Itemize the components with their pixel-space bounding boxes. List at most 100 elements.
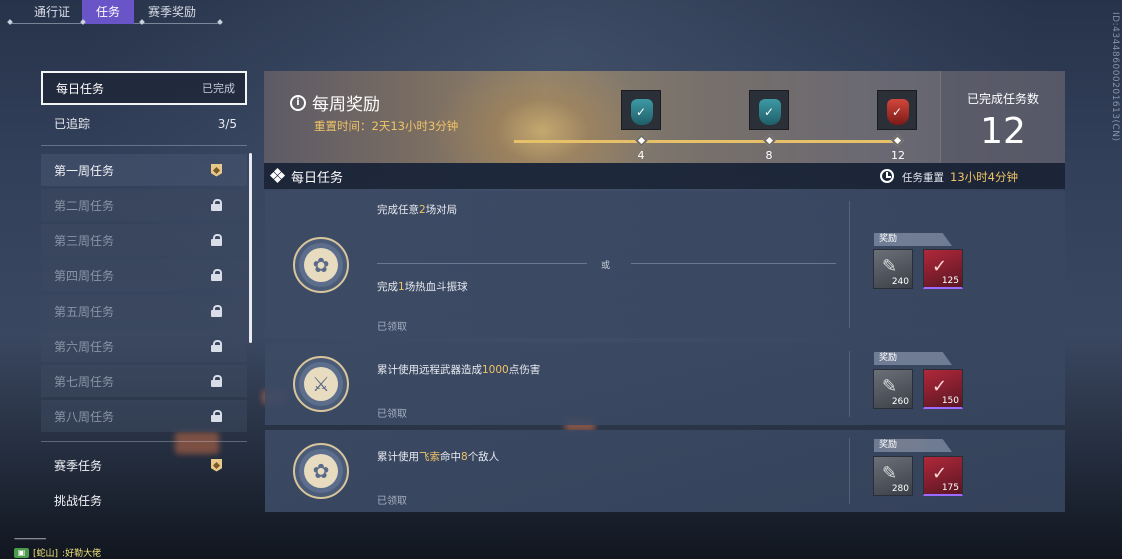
task-description: 完成1场热血斗振球 bbox=[377, 279, 468, 294]
chat-line: ▣ [蛇山]:好勒大佬 bbox=[14, 546, 101, 559]
menu-divider bbox=[41, 441, 247, 442]
task-text-part: 命中 bbox=[440, 451, 461, 463]
flower-emblem-icon: ✿ bbox=[293, 237, 349, 293]
task-description: 完成任意2场对局 bbox=[377, 202, 457, 217]
red-pouch-icon: ✓ bbox=[932, 376, 948, 397]
reward-qty: 125 bbox=[941, 276, 959, 286]
claimed-status: 已领取 bbox=[377, 496, 407, 507]
red-pouch-icon: ✓ bbox=[932, 256, 948, 277]
flower-emblem-icon: ✿ bbox=[293, 443, 349, 499]
lock-icon bbox=[211, 375, 222, 387]
chat-separator: -------------- bbox=[14, 534, 46, 544]
milestone-progress-track bbox=[514, 140, 899, 143]
claimed-status: 已领取 bbox=[377, 322, 407, 333]
reward-qty: 280 bbox=[891, 484, 909, 494]
reward-item[interactable]: ✓ 150 bbox=[923, 369, 963, 409]
tab-pass[interactable]: 通行证 bbox=[10, 0, 82, 24]
chest-bag-icon bbox=[631, 99, 653, 125]
clock-icon bbox=[880, 169, 894, 183]
task-text-part: 完成 bbox=[377, 281, 398, 293]
reward-item[interactable]: ✎ 240 bbox=[873, 249, 913, 289]
task-text-part: 累计使用 bbox=[377, 451, 419, 463]
menu-week-7[interactable]: 第七周任务 bbox=[41, 365, 247, 397]
lock-icon bbox=[211, 269, 222, 281]
chest-bag-icon bbox=[759, 99, 781, 125]
menu-week-3[interactable]: 第三周任务 bbox=[41, 224, 247, 256]
milestone-label: 4 bbox=[637, 149, 645, 162]
task-text-part: 累计使用远程武器造成 bbox=[377, 364, 482, 376]
menu-week-4[interactable]: 第四周任务 bbox=[41, 259, 247, 291]
reward-item[interactable]: ✓ 175 bbox=[923, 456, 963, 496]
reward-label: 奖励 bbox=[874, 352, 952, 365]
reward-qty: 175 bbox=[941, 483, 959, 493]
tab-season-rewards[interactable]: 赛季奖励 bbox=[134, 0, 210, 24]
menu-tracked[interactable]: 已追踪 3/5 bbox=[41, 107, 247, 140]
week-label: 第八周任务 bbox=[54, 409, 115, 424]
task-description: 累计使用飞索命中8个敌人 bbox=[377, 449, 499, 464]
milestone-chest-3[interactable] bbox=[877, 90, 917, 130]
menu-tracked-label: 已追踪 bbox=[54, 117, 91, 131]
chest-bag-icon bbox=[887, 99, 909, 125]
red-pouch-icon: ✓ bbox=[932, 463, 948, 484]
week-label: 第一周任务 bbox=[54, 163, 115, 178]
week-label: 第七周任务 bbox=[54, 374, 115, 389]
task-card[interactable]: ⚔ 累计使用远程武器造成1000点伤害 已领取 奖励 ✎ 260 ✓ 150 bbox=[265, 343, 1065, 425]
daily-reset-label: 任务重置 bbox=[902, 172, 944, 184]
weekly-reset-time: 重置时间：2天13小时3分钟 bbox=[314, 119, 459, 133]
reward-item[interactable]: ✎ 260 bbox=[873, 369, 913, 409]
daily-header-title: 每日任务 bbox=[291, 170, 344, 186]
weekly-reward-title: i 每周奖励 bbox=[290, 90, 380, 115]
reward-label: 奖励 bbox=[874, 439, 952, 452]
task-count: 8 bbox=[461, 451, 468, 463]
card-separator bbox=[849, 438, 850, 504]
or-divider bbox=[631, 263, 836, 264]
season-label: 赛季任务 bbox=[54, 458, 103, 473]
menu-daily-missions[interactable]: 每日任务 已完成 bbox=[41, 71, 247, 105]
reward-item[interactable]: ✎ 280 bbox=[873, 456, 913, 496]
milestone-label: 8 bbox=[765, 149, 773, 162]
task-count: 1 bbox=[398, 281, 405, 293]
milestone-chest-1[interactable] bbox=[621, 90, 661, 130]
week-label: 第五周任务 bbox=[54, 304, 115, 319]
menu-week-6[interactable]: 第六周任务 bbox=[41, 330, 247, 362]
reward-item[interactable]: ✓ 125 bbox=[923, 249, 963, 289]
menu-season-missions[interactable]: 赛季任务 bbox=[41, 449, 247, 481]
or-label: 或 bbox=[601, 261, 611, 271]
lock-icon bbox=[211, 305, 222, 317]
chat-channel-icon: ▣ bbox=[14, 547, 29, 558]
menu-week-8[interactable]: 第八周任务 bbox=[41, 400, 247, 432]
reward-label: 奖励 bbox=[874, 233, 952, 246]
menu-tracked-count: 3/5 bbox=[217, 116, 237, 131]
scroll-icon: ✎ bbox=[882, 376, 898, 397]
task-card[interactable]: ✿ 完成任意2场对局 或 完成1场热血斗振球 已领取 奖励 ✎ 240 ✓ 125 bbox=[265, 191, 1065, 338]
card-separator bbox=[849, 201, 850, 328]
lock-icon bbox=[211, 199, 222, 211]
tab-missions[interactable]: 任务 bbox=[82, 0, 135, 24]
reward-qty: 240 bbox=[891, 277, 909, 287]
info-icon[interactable]: i bbox=[290, 94, 306, 111]
task-count: 1000 bbox=[482, 364, 509, 376]
task-text-part: 个敌人 bbox=[467, 451, 500, 463]
menu-scrollbar[interactable] bbox=[249, 153, 252, 343]
scroll-icon: ✎ bbox=[882, 256, 898, 277]
reward-qty: 150 bbox=[941, 396, 959, 406]
task-highlight: 飞索 bbox=[419, 451, 440, 463]
menu-week-1[interactable]: 第一周任务 bbox=[41, 154, 247, 186]
week-label: 第六周任务 bbox=[54, 339, 115, 354]
task-description: 累计使用远程武器造成1000点伤害 bbox=[377, 362, 540, 377]
menu-week-5[interactable]: 第五周任务 bbox=[41, 295, 247, 327]
player-id: ID:434486000201613(CN) bbox=[1110, 12, 1120, 142]
completed-count-panel: 已完成任务数 12 bbox=[940, 71, 1065, 163]
menu-challenge-missions[interactable]: 挑战任务 bbox=[41, 484, 247, 516]
menu-week-2[interactable]: 第二周任务 bbox=[41, 189, 247, 221]
task-card[interactable]: ✿ 累计使用飞索命中8个敌人 已领取 奖励 ✎ 280 ✓ 175 bbox=[265, 430, 1065, 512]
completed-label: 已完成任务数 bbox=[966, 92, 1039, 106]
milestone-chest-2[interactable] bbox=[749, 90, 789, 130]
milestone-node bbox=[763, 134, 776, 147]
menu-divider bbox=[41, 145, 247, 146]
swords-emblem-icon: ⚔ bbox=[293, 356, 349, 412]
unlocked-badge-icon bbox=[211, 458, 222, 472]
task-text-part: 场对局 bbox=[425, 204, 458, 216]
weekly-reward-title-text: 每周奖励 bbox=[312, 95, 380, 115]
daily-reset-value: 13小时4分钟 bbox=[950, 170, 1018, 184]
